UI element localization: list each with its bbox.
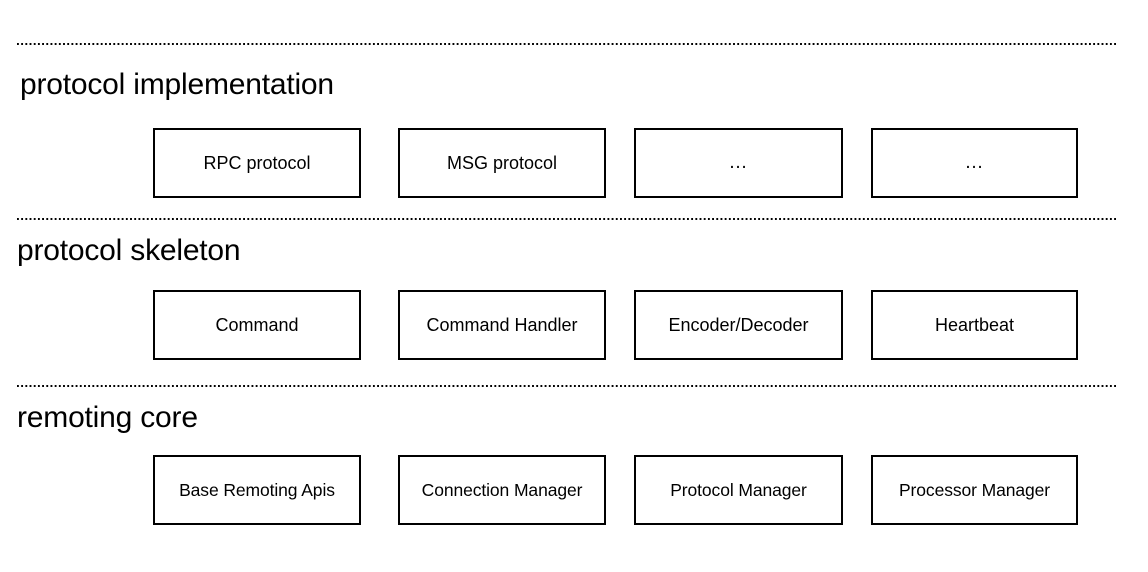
- component-box-processor-manager[interactable]: Processor Manager: [871, 455, 1078, 525]
- layer-divider-middle: [17, 218, 1118, 220]
- component-box-msg-protocol[interactable]: MSG protocol: [398, 128, 606, 198]
- layer-title-protocol-implementation: protocol implementation: [20, 68, 334, 101]
- component-box-protocol-manager[interactable]: Protocol Manager: [634, 455, 843, 525]
- component-box-rpc-protocol[interactable]: RPC protocol: [153, 128, 361, 198]
- component-box-command[interactable]: Command: [153, 290, 361, 360]
- component-label: Base Remoting Apis: [179, 480, 335, 500]
- layer-divider-top: [17, 43, 1118, 45]
- layer-title-remoting-core: remoting core: [17, 401, 198, 434]
- component-box-encoder-decoder[interactable]: Encoder/Decoder: [634, 290, 843, 360]
- component-label: Encoder/Decoder: [668, 315, 809, 335]
- layer-divider-bottom: [17, 385, 1118, 387]
- component-box-placeholder-1[interactable]: …: [634, 128, 843, 198]
- component-box-connection-manager[interactable]: Connection Manager: [398, 455, 606, 525]
- component-label: Command: [215, 315, 299, 335]
- layer-title-protocol-skeleton: protocol skeleton: [17, 234, 241, 267]
- component-label: RPC protocol: [203, 153, 311, 173]
- component-box-heartbeat[interactable]: Heartbeat: [871, 290, 1078, 360]
- diagram-canvas: protocol implementation RPC protocol MSG…: [0, 0, 1148, 572]
- component-box-command-handler[interactable]: Command Handler: [398, 290, 606, 360]
- component-label: Connection Manager: [421, 480, 583, 500]
- component-label: …: [964, 152, 985, 173]
- component-box-base-remoting-apis[interactable]: Base Remoting Apis: [153, 455, 361, 525]
- component-label: Protocol Manager: [670, 480, 807, 500]
- component-box-placeholder-2[interactable]: …: [871, 128, 1078, 198]
- component-label: Heartbeat: [934, 315, 1015, 335]
- component-label: MSG protocol: [446, 153, 558, 173]
- component-label: Command Handler: [426, 315, 578, 335]
- component-label: …: [728, 152, 749, 173]
- component-label: Processor Manager: [898, 480, 1050, 500]
